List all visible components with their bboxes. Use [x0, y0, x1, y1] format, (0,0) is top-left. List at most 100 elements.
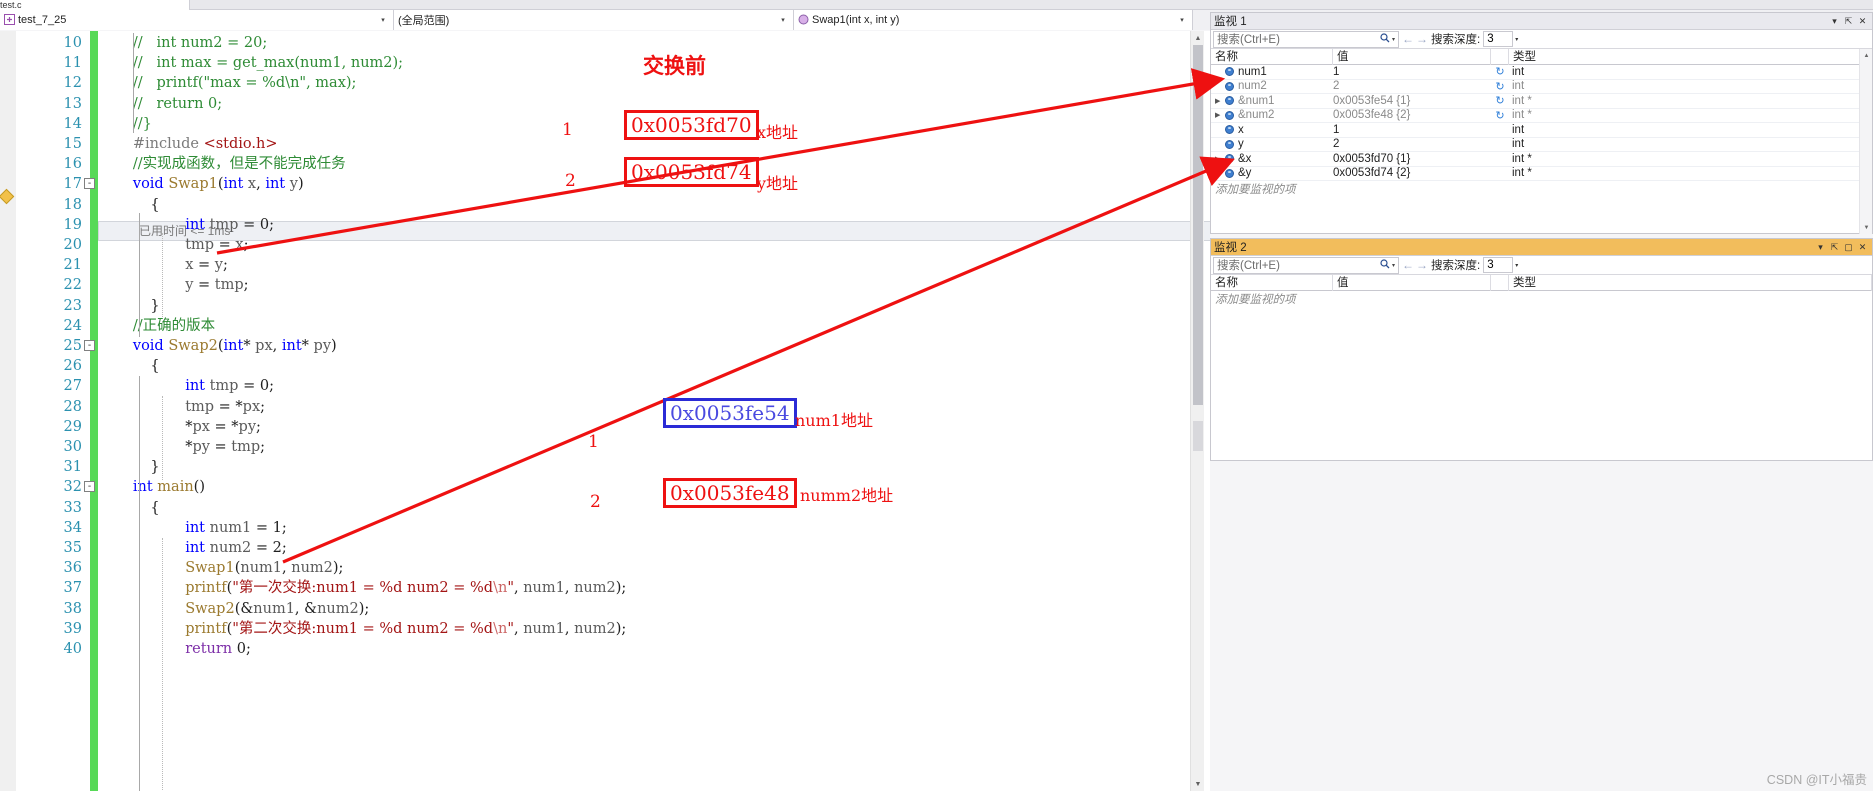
- search-prev-icon[interactable]: ←: [1401, 258, 1415, 272]
- watch-1-scrollbar[interactable]: ▲ ▼: [1859, 49, 1872, 234]
- code-line[interactable]: //正确的版本: [98, 316, 1210, 336]
- watch-2-depth-value[interactable]: 3: [1483, 257, 1514, 273]
- chevron-down-icon[interactable]: ▾: [1515, 262, 1518, 269]
- search-next-icon[interactable]: →: [1415, 32, 1429, 46]
- code-line[interactable]: //}: [98, 114, 1210, 134]
- watch-2-title-bar[interactable]: 监视 2 ▾ ⇱ ▢ ✕: [1211, 239, 1872, 256]
- navbar-project-dropdown[interactable]: test_7_25 ▾: [0, 9, 394, 30]
- watch-row[interactable]: num1 1 ↻ int: [1211, 65, 1860, 80]
- watch-1-col-value[interactable]: 值: [1333, 48, 1491, 65]
- code-line[interactable]: {: [98, 195, 1210, 215]
- chevron-down-icon[interactable]: ▾: [777, 16, 789, 24]
- code-line[interactable]: printf("第一次交换:num1 = %d num2 = %d\n", nu…: [98, 578, 1210, 598]
- watch-add-item-row[interactable]: 添加要监视的项: [1211, 291, 1872, 306]
- code-editor[interactable]: 10 11 12 13 14 15 16 17 18 19 20 21 22 23 24 25 26 27 28 29…: [0, 31, 1210, 791]
- watch-row-name-cell[interactable]: ▶ &x: [1211, 153, 1333, 165]
- refresh-icon[interactable]: ↻: [1491, 94, 1509, 107]
- code-line[interactable]: // return 0;: [98, 94, 1210, 114]
- watch-variable-value[interactable]: 0x0053fd74 {2}: [1333, 167, 1491, 179]
- watch-row-name-cell[interactable]: num2: [1211, 80, 1333, 92]
- code-line[interactable]: return 0;: [98, 639, 1210, 659]
- code-line[interactable]: tmp = x;: [98, 235, 1210, 255]
- refresh-icon[interactable]: ↻: [1491, 109, 1509, 122]
- watch-2-search-input[interactable]: 搜索(Ctrl+E) ▾: [1213, 256, 1399, 274]
- panel-dropdown-icon[interactable]: ▾: [1814, 242, 1827, 253]
- watch-row[interactable]: ▶ &num2 0x0053fe48 {2} ↻ int *: [1211, 109, 1860, 123]
- collapse-toggle-icon[interactable]: -: [84, 481, 95, 493]
- code-line[interactable]: int tmp = 0;: [98, 215, 1210, 235]
- watch-add-item-row[interactable]: 添加要监视的项: [1211, 181, 1860, 196]
- watch-variable-value[interactable]: 0x0053fe48 {2}: [1333, 109, 1491, 121]
- watch-1-col-type[interactable]: 类型: [1509, 48, 1860, 65]
- watch-variable-value[interactable]: 2: [1333, 80, 1491, 92]
- code-line[interactable]: void Swap1(int x, int y): [98, 174, 1210, 194]
- watch-row[interactable]: ▶ &y 0x0053fd74 {2} int *: [1211, 167, 1860, 181]
- search-icon[interactable]: [1378, 258, 1392, 272]
- bookmark-icon[interactable]: [0, 188, 15, 205]
- watch-row[interactable]: x 1 int: [1211, 123, 1860, 138]
- code-line[interactable]: int num1 = 1;: [98, 518, 1210, 538]
- editor-text-area[interactable]: 已用时间 <= 1ms // int num2 = 20;// int max …: [84, 31, 1210, 791]
- document-tab-test-c[interactable]: test.c: [0, 0, 190, 10]
- watch-row-name-cell[interactable]: y: [1211, 138, 1333, 150]
- code-line[interactable]: tmp = *px;: [98, 397, 1210, 417]
- chevron-down-icon[interactable]: ▾: [1515, 36, 1518, 43]
- watch-row[interactable]: y 2 int: [1211, 138, 1860, 152]
- close-icon[interactable]: ✕: [1856, 242, 1869, 253]
- code-line[interactable]: {: [98, 498, 1210, 518]
- scroll-down-icon[interactable]: ▼: [1860, 221, 1873, 234]
- scroll-up-icon[interactable]: ▲: [1191, 31, 1205, 45]
- code-line[interactable]: int tmp = 0;: [98, 376, 1210, 396]
- pin-icon[interactable]: ⇱: [1828, 242, 1841, 253]
- watch-row-name-cell[interactable]: ▶ &num2: [1211, 109, 1333, 121]
- watch-1-search-input[interactable]: 搜索(Ctrl+E) ▾: [1213, 30, 1399, 48]
- editor-vertical-scrollbar[interactable]: ▲ ▼: [1190, 31, 1204, 791]
- code-line[interactable]: {: [98, 356, 1210, 376]
- watch-row-name-cell[interactable]: x: [1211, 124, 1333, 136]
- watch-variable-value[interactable]: 1: [1333, 66, 1491, 78]
- maximize-icon[interactable]: ▢: [1842, 242, 1855, 253]
- refresh-icon[interactable]: ↻: [1491, 80, 1509, 93]
- code-line[interactable]: int main(): [98, 477, 1210, 497]
- watch-variable-value[interactable]: 0x0053fd70 {1}: [1333, 153, 1491, 165]
- watch-1-title-bar[interactable]: 监视 1 ▾ ⇱ ✕: [1211, 13, 1872, 30]
- close-icon[interactable]: ✕: [1856, 16, 1869, 27]
- code-line[interactable]: // printf("max = %d\n", max);: [98, 73, 1210, 93]
- chevron-down-icon[interactable]: ▾: [1392, 36, 1398, 43]
- code-line[interactable]: }: [98, 296, 1210, 316]
- code-line[interactable]: *py = tmp;: [98, 437, 1210, 457]
- code-line[interactable]: void Swap2(int* px, int* py): [98, 336, 1210, 356]
- code-line[interactable]: *px = *py;: [98, 417, 1210, 437]
- watch-row[interactable]: ▶ &num1 0x0053fe54 {1} ↻ int *: [1211, 94, 1860, 109]
- watch-1-col-name[interactable]: 名称: [1211, 48, 1333, 65]
- watch-1-depth-value[interactable]: 3: [1483, 31, 1514, 47]
- collapse-toggle-icon[interactable]: -: [84, 340, 95, 351]
- code-line[interactable]: // int num2 = 20;: [98, 33, 1210, 53]
- collapse-toggle-icon[interactable]: -: [84, 178, 95, 190]
- chevron-right-icon[interactable]: ▶: [1215, 97, 1225, 105]
- watch-variable-value[interactable]: 0x0053fe54 {1}: [1333, 95, 1491, 107]
- chevron-down-icon[interactable]: ▾: [1392, 262, 1398, 269]
- watch-row[interactable]: num2 2 ↻ int: [1211, 80, 1860, 94]
- code-line[interactable]: //实现成函数，但是不能完成任务: [98, 154, 1210, 174]
- search-next-icon[interactable]: →: [1415, 258, 1429, 272]
- watch-2-col-value[interactable]: 值: [1333, 274, 1491, 291]
- scroll-down-icon[interactable]: ▼: [1191, 777, 1205, 791]
- code-line[interactable]: int num2 = 2;: [98, 538, 1210, 558]
- panel-dropdown-icon[interactable]: ▾: [1828, 16, 1841, 27]
- code-line[interactable]: }: [98, 457, 1210, 477]
- search-prev-icon[interactable]: ←: [1401, 32, 1415, 46]
- watch-2-col-name[interactable]: 名称: [1211, 274, 1333, 291]
- navbar-scope-dropdown[interactable]: (全局范围) ▾: [394, 9, 794, 30]
- watch-row-name-cell[interactable]: ▶ &num1: [1211, 95, 1333, 107]
- watch-variable-value[interactable]: 1: [1333, 124, 1491, 136]
- code-line[interactable]: y = tmp;: [98, 275, 1210, 295]
- chevron-down-icon[interactable]: ▾: [1176, 16, 1188, 24]
- code-line[interactable]: Swap2(&num1, &num2);: [98, 599, 1210, 619]
- watch-row[interactable]: ▶ &x 0x0053fd70 {1} int *: [1211, 152, 1860, 167]
- scroll-up-icon[interactable]: ▲: [1860, 49, 1873, 62]
- chevron-down-icon[interactable]: ▾: [377, 16, 389, 24]
- chevron-right-icon[interactable]: ▶: [1215, 169, 1225, 177]
- code-line[interactable]: #include <stdio.h>: [98, 134, 1210, 154]
- watch-row-name-cell[interactable]: ▶ &y: [1211, 167, 1333, 179]
